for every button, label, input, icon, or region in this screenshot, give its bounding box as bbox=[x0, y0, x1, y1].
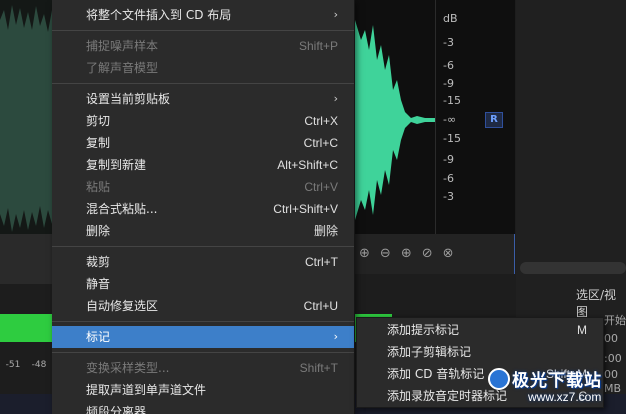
menu-item-label: 标记 bbox=[86, 330, 111, 344]
db-label: -3 bbox=[443, 36, 454, 49]
context-menu: 将整个文件插入到 CD 布局 › 捕捉噪声样本 Shift+P 了解声音模型 设… bbox=[52, 0, 355, 414]
zoom-in-amplitude-icon[interactable]: ⊕ bbox=[359, 246, 370, 268]
menu-item-copy-to-new[interactable]: 复制到新建 Alt+Shift+C bbox=[52, 154, 354, 176]
menu-item-paste: 粘贴 Ctrl+V bbox=[52, 176, 354, 198]
watermark-url: www.xz7.com bbox=[528, 390, 602, 404]
submenu-item-add-cue-marker[interactable]: 添加提示标记 M bbox=[357, 319, 603, 341]
db-label: -9 bbox=[443, 153, 454, 166]
menu-item-label: 了解声音模型 bbox=[86, 61, 159, 75]
submenu-item-add-subclip-marker[interactable]: 添加子剪辑标记 bbox=[357, 341, 603, 363]
watermark-logo-icon bbox=[488, 368, 510, 390]
menu-item-shortcut: Ctrl+Shift+V bbox=[273, 202, 338, 216]
waveform-right-graphic bbox=[355, 20, 435, 220]
menu-item-label: 自动修复选区 bbox=[86, 299, 159, 313]
chevron-right-icon: › bbox=[333, 330, 338, 343]
menu-item-convert-sample-type: 变换采样类型... Shift+T bbox=[52, 357, 354, 379]
meter-scale: -51 -48 bbox=[0, 360, 52, 370]
db-label: -6 bbox=[443, 172, 454, 185]
menu-item-label: 复制 bbox=[86, 136, 111, 150]
submenu-item-label: 添加子剪辑标记 bbox=[387, 345, 472, 359]
zoom-out-amplitude-icon[interactable]: ⊖ bbox=[380, 246, 391, 268]
menu-item-capture-noise: 捕捉噪声样本 Shift+P bbox=[52, 35, 354, 57]
menu-item-label: 剪切 bbox=[86, 114, 111, 128]
menu-item-shortcut: 删除 bbox=[313, 224, 338, 238]
db-label: -9 bbox=[443, 77, 454, 90]
zoom-full-icon[interactable]: ⊗ bbox=[443, 246, 454, 268]
zoom-toolbar: ⊕ ⊖ ⊕ ⊘ ⊗ bbox=[355, 246, 454, 268]
start-label: 开始 bbox=[604, 314, 626, 327]
menu-item-cut[interactable]: 剪切 Ctrl+X bbox=[52, 110, 354, 132]
menu-item-label: 静音 bbox=[86, 277, 111, 291]
db-label: -3 bbox=[443, 190, 454, 203]
menu-separator bbox=[52, 30, 354, 31]
menu-item-crop[interactable]: 裁剪 Ctrl+T bbox=[52, 251, 354, 273]
menu-item-label: 粘贴 bbox=[86, 180, 111, 194]
menu-item-shortcut: Ctrl+C bbox=[303, 136, 338, 150]
channel-r-badge[interactable]: R bbox=[485, 112, 503, 128]
submenu-item-label: 添加提示标记 bbox=[387, 323, 460, 337]
watermark: 极光下载站 www.xz7.com bbox=[488, 362, 626, 408]
menu-item-copy[interactable]: 复制 Ctrl+C bbox=[52, 132, 354, 154]
db-label: -∞ bbox=[443, 113, 457, 126]
menu-item-shortcut: Ctrl+U bbox=[303, 299, 338, 313]
menu-item-mix-paste[interactable]: 混合式粘贴... Ctrl+Shift+V bbox=[52, 198, 354, 220]
menu-item-label: 删除 bbox=[86, 224, 111, 238]
menu-item-label: 设置当前剪贴板 bbox=[86, 92, 171, 106]
menu-item-shortcut: Shift+T bbox=[299, 361, 338, 375]
time-value: 00 bbox=[604, 332, 618, 345]
submenu-item-shortcut: M bbox=[577, 323, 587, 337]
waveform-right-panel bbox=[355, 0, 515, 274]
waveform-left-channel bbox=[0, 0, 52, 234]
zoom-out-time-icon[interactable]: ⊘ bbox=[422, 246, 433, 268]
db-label: -15 bbox=[443, 94, 461, 107]
menu-item-auto-heal[interactable]: 自动修复选区 Ctrl+U bbox=[52, 295, 354, 317]
chevron-right-icon: › bbox=[333, 92, 338, 105]
menu-item-insert-cd-layout[interactable]: 将整个文件插入到 CD 布局 › bbox=[52, 4, 354, 26]
db-label: -6 bbox=[443, 59, 454, 72]
toolbar-area-left bbox=[0, 234, 52, 284]
level-meter-left bbox=[0, 314, 52, 342]
menu-separator bbox=[52, 321, 354, 322]
menu-item-label: 频段分离器... bbox=[86, 405, 158, 414]
menu-item-delete[interactable]: 删除 删除 bbox=[52, 220, 354, 242]
menu-item-shortcut: Ctrl+T bbox=[305, 255, 338, 269]
menu-item-label: 将整个文件插入到 CD 布局 bbox=[86, 8, 232, 22]
menu-separator bbox=[52, 83, 354, 84]
db-label: -15 bbox=[443, 132, 461, 145]
menu-item-marker[interactable]: 标记 › bbox=[52, 326, 354, 348]
menu-item-label: 捕捉噪声样本 bbox=[86, 39, 159, 53]
watermark-title: 极光下载站 bbox=[512, 371, 602, 391]
menu-item-mute[interactable]: 静音 bbox=[52, 273, 354, 295]
zoom-in-time-icon[interactable]: ⊕ bbox=[401, 246, 412, 268]
db-label: dB bbox=[443, 12, 458, 25]
menu-separator bbox=[52, 246, 354, 247]
menu-separator bbox=[52, 352, 354, 353]
menu-item-label: 混合式粘贴... bbox=[86, 202, 158, 216]
menu-item-band-splitter[interactable]: 频段分离器... bbox=[52, 401, 354, 414]
menu-item-label: 提取声道到单声道文件 bbox=[86, 383, 207, 397]
menu-item-extract-channels[interactable]: 提取声道到单声道文件 bbox=[52, 379, 354, 401]
submenu-item-label: 添加 CD 音轨标记 bbox=[387, 367, 485, 381]
waveform-left-graphic bbox=[0, 0, 52, 234]
menu-item-shortcut: Shift+P bbox=[298, 39, 338, 53]
menu-item-label: 变换采样类型... bbox=[86, 361, 170, 375]
menu-item-label: 复制到新建 bbox=[86, 158, 147, 172]
horizontal-scrollbar[interactable] bbox=[520, 262, 626, 274]
menu-item-shortcut: Ctrl+V bbox=[304, 180, 338, 194]
menu-item-set-clipboard[interactable]: 设置当前剪贴板 › bbox=[52, 88, 354, 110]
meter-label: -48 bbox=[31, 360, 47, 370]
meter-label: -51 bbox=[5, 360, 21, 370]
menu-item-shortcut: Ctrl+X bbox=[304, 114, 338, 128]
menu-item-learn-sound-model: 了解声音模型 bbox=[52, 57, 354, 79]
chevron-right-icon: › bbox=[333, 8, 338, 21]
menu-item-shortcut: Alt+Shift+C bbox=[277, 158, 338, 172]
menu-item-label: 裁剪 bbox=[86, 255, 111, 269]
waveform-right-channel bbox=[355, 0, 435, 234]
